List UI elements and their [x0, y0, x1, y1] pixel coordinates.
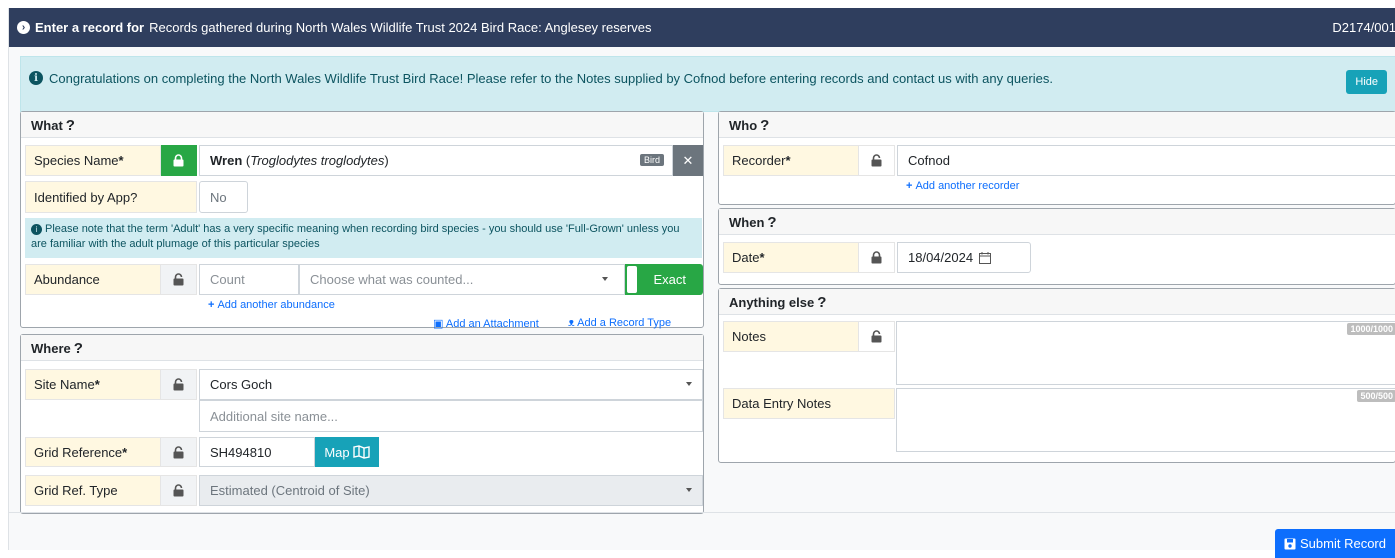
footer-divider: [9, 512, 1395, 513]
species-common-name: Wren: [210, 153, 243, 168]
alert-message: Congratulations on completing the North …: [49, 71, 1053, 86]
species-input[interactable]: Wren (Troglodytes troglodytes) Bird: [199, 145, 673, 176]
lock-icon[interactable]: [161, 145, 197, 176]
who-section: Who? Recorder * Cofnod + Add another recor…: [718, 111, 1395, 205]
header-title: Records gathered during North Wales Wild…: [149, 20, 652, 35]
info-icon: i: [29, 71, 43, 85]
species-label: Species Name *: [25, 145, 161, 176]
map-icon: [352, 445, 370, 459]
clear-species-button[interactable]: ✕: [673, 145, 703, 176]
notes-label: Notes: [723, 321, 859, 352]
abundance-label: Abundance: [25, 264, 161, 295]
help-icon[interactable]: ?: [817, 294, 826, 311]
binoculars-icon: ᴥ: [568, 317, 575, 329]
species-group-badge: Bird: [639, 154, 664, 166]
section-header: When?: [719, 209, 1395, 235]
den-char-count: 500/500: [1357, 390, 1395, 402]
notes-row: Notes: [723, 321, 895, 352]
grid-input[interactable]: SH494810: [199, 437, 315, 467]
gridtype-row: Grid Ref. Type Estimated (Centroid of Si…: [25, 475, 703, 506]
add-recorder-link[interactable]: + Add another recorder: [906, 180, 1019, 192]
dataset-reference: D2174/001: [1332, 20, 1395, 35]
lock-icon[interactable]: [859, 242, 895, 273]
chevron-right-circle-icon: ›: [17, 21, 30, 34]
identified-toggle[interactable]: No: [199, 181, 248, 213]
help-icon[interactable]: ?: [66, 117, 75, 134]
help-icon[interactable]: ?: [767, 214, 776, 231]
page-header: › Enter a record for Records gathered du…: [9, 8, 1395, 47]
lock-icon[interactable]: [859, 321, 895, 352]
gridtype-select[interactable]: Estimated (Centroid of Site): [199, 475, 703, 506]
exact-toggle[interactable]: Exact: [625, 264, 703, 295]
save-icon: [1284, 538, 1296, 549]
image-icon: ▣: [433, 318, 444, 330]
plus-icon: +: [208, 299, 215, 311]
what-section: What? Species Name * Wren (Troglodytes tr…: [20, 111, 704, 330]
site-select[interactable]: Cors Goch: [199, 369, 703, 400]
identified-label: Identified by App?: [25, 181, 197, 213]
unlock-icon[interactable]: [859, 145, 895, 176]
where-section: Where? Site Name * Cors Goch Additional s…: [20, 334, 704, 514]
add-record-type-link[interactable]: ᴥ Add a Record Type: [568, 317, 671, 329]
species-row: Species Name * Wren (Troglodytes troglody…: [25, 145, 703, 176]
section-header: Where?: [21, 335, 703, 361]
recorder-input[interactable]: Cofnod: [897, 145, 1395, 176]
anything-else-title: Anything else: [729, 295, 815, 310]
species-latin-name: Troglodytes troglodytes: [250, 153, 385, 168]
anything-else-section: Anything else? Notes 1000/1000 Data Entr…: [718, 288, 1395, 463]
count-input[interactable]: Count: [199, 264, 299, 295]
date-row: Date * 18/04/2024: [723, 242, 1031, 273]
grid-row: Grid Reference * SH494810 Map: [25, 437, 379, 467]
section-header: What?: [21, 112, 703, 138]
date-input[interactable]: 18/04/2024: [897, 242, 1031, 273]
site-row: Site Name * Cors Goch: [25, 369, 703, 400]
counted-select[interactable]: Choose what was counted...: [299, 264, 625, 295]
adult-note: i Please note that the term 'Adult' has a…: [25, 218, 702, 258]
submit-record-button[interactable]: Submit Record: [1275, 529, 1395, 558]
where-title: Where: [31, 341, 71, 356]
identified-row: Identified by App? No: [25, 181, 248, 213]
notes-textarea[interactable]: 1000/1000: [896, 321, 1395, 385]
help-icon[interactable]: ?: [74, 340, 83, 357]
abundance-row: Abundance Count Choose what was counted.…: [25, 264, 703, 295]
date-label: Date *: [723, 242, 859, 273]
info-alert: i Congratulations on completing the Nort…: [20, 56, 1395, 112]
plus-icon: +: [906, 180, 913, 192]
section-header: Who?: [719, 112, 1395, 138]
data-entry-notes-textarea[interactable]: 500/500: [896, 388, 1395, 452]
record-entry-panel: › Enter a record for Records gathered du…: [8, 8, 1395, 558]
calendar-icon[interactable]: [979, 251, 992, 264]
recorder-label: Recorder *: [723, 145, 859, 176]
site-label: Site Name *: [25, 369, 161, 400]
add-abundance-link[interactable]: + Add another abundance: [208, 299, 335, 311]
exact-label: Exact: [653, 272, 686, 287]
what-title: What: [31, 118, 63, 133]
when-title: When: [729, 215, 765, 230]
data-entry-notes-row: Data Entry Notes: [723, 388, 895, 419]
grid-label: Grid Reference *: [25, 437, 161, 467]
lock-icon[interactable]: [161, 264, 197, 295]
gridtype-label: Grid Ref. Type: [25, 475, 161, 506]
add-attachment-link[interactable]: ▣ Add an Attachment: [433, 317, 539, 330]
map-button[interactable]: Map: [315, 437, 379, 467]
help-icon[interactable]: ?: [760, 117, 769, 134]
lock-icon[interactable]: [161, 475, 197, 506]
hide-button[interactable]: Hide: [1346, 70, 1387, 94]
data-entry-notes-label: Data Entry Notes: [723, 388, 895, 419]
lock-icon[interactable]: [161, 437, 197, 467]
notes-char-count: 1000/1000: [1347, 323, 1395, 335]
toggle-knob: [627, 266, 637, 293]
when-section: When? Date * 18/04/2024: [718, 208, 1395, 285]
info-icon: i: [31, 224, 42, 236]
section-header: Anything else?: [719, 289, 1395, 315]
lock-icon[interactable]: [161, 369, 197, 400]
who-title: Who: [729, 118, 758, 133]
recorder-row: Recorder * Cofnod: [723, 145, 1395, 176]
additional-site-input[interactable]: Additional site name...: [199, 400, 703, 432]
header-prefix: Enter a record for: [35, 20, 145, 35]
